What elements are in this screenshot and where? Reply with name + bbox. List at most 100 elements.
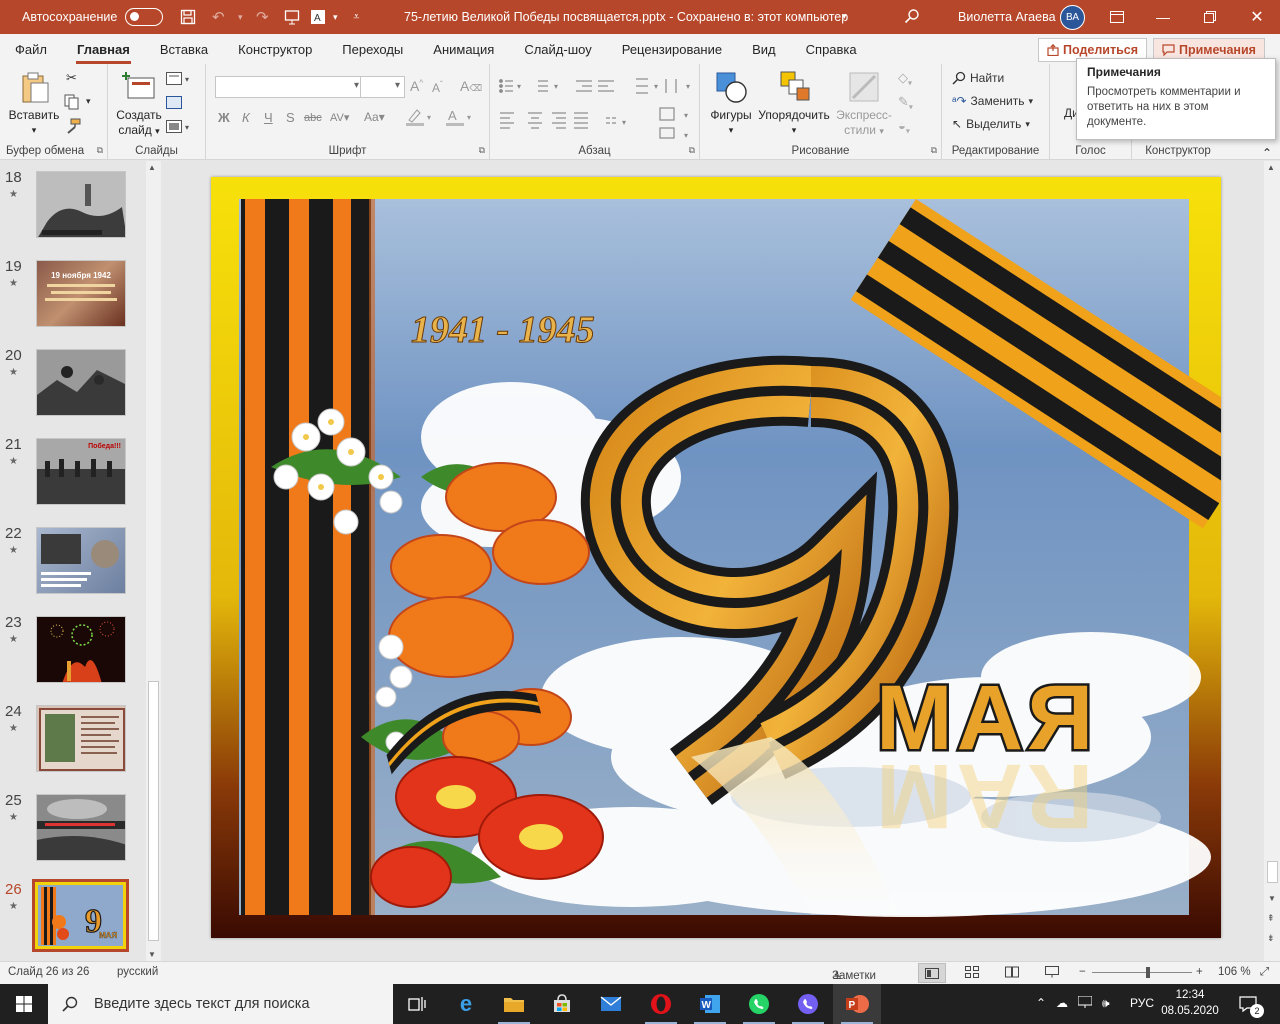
tab-view[interactable]: Вид — [737, 42, 791, 64]
character-spacing-button[interactable]: AV▾ — [330, 111, 349, 124]
slide-thumbnail-image[interactable] — [36, 794, 126, 861]
tab-transitions[interactable]: Переходы — [327, 42, 418, 64]
restore-icon[interactable] — [1187, 0, 1233, 34]
system-clock[interactable]: 12:34 08.05.2020 — [1160, 987, 1220, 1019]
paragraph-icons[interactable]: ▾ ▾ ▾ ▾ ▾ ▾ ▾ — [498, 76, 698, 146]
copy-dropdown-icon[interactable]: ▾ — [86, 96, 91, 107]
edge-browser-icon[interactable]: e — [442, 984, 490, 1024]
reset-slide-icon[interactable] — [166, 96, 182, 113]
tab-design[interactable]: Конструктор — [223, 42, 327, 64]
highlight-icon[interactable]: ▾ — [406, 108, 436, 129]
quick-styles-button[interactable]: Экспресс- стили ▾ — [834, 70, 894, 139]
new-slide-dropdown-icon[interactable]: ▾ — [155, 126, 160, 136]
minimize-icon[interactable]: — — [1140, 0, 1186, 34]
tab-animations[interactable]: Анимация — [418, 42, 509, 64]
slide-thumbnail-image[interactable]: 9 МАЯ — [32, 879, 129, 952]
cut-icon[interactable]: ✂ — [66, 70, 77, 86]
strikethrough-button[interactable]: abc — [304, 112, 322, 124]
avatar[interactable]: ВА — [1060, 5, 1085, 30]
font-color-dropdown-icon[interactable]: ▾ — [329, 0, 341, 34]
thumbnail-slide-25[interactable]: 25 ★ — [0, 792, 145, 872]
paste-dropdown-icon[interactable]: ▾ — [32, 123, 37, 138]
opera-browser-icon[interactable] — [637, 984, 685, 1024]
search-icon[interactable] — [904, 8, 920, 29]
italic-button[interactable]: К — [242, 110, 250, 125]
scroll-down-icon[interactable]: ▼ — [1268, 894, 1276, 903]
zoom-out-icon[interactable]: − — [1079, 966, 1086, 978]
change-case-button[interactable]: Aa▾ — [364, 110, 385, 124]
thumbnail-slide-18[interactable]: 18 ★ — [0, 169, 145, 249]
shape-fill-icon[interactable]: ◇▾ — [898, 70, 912, 88]
undo-icon[interactable]: ↶ — [203, 0, 233, 34]
thumbnail-slide-26[interactable]: 26 ★ 9 МАЯ — [0, 879, 145, 961]
close-icon[interactable]: ✕ — [1234, 0, 1280, 34]
underline-button[interactable]: Ч — [264, 110, 273, 125]
language-indicator[interactable]: русский — [117, 966, 158, 978]
tab-help[interactable]: Справка — [791, 42, 872, 64]
zoom-percent[interactable]: 106 % — [1218, 966, 1251, 978]
shrink-font-icon[interactable]: Aˇ — [432, 80, 443, 95]
thumbnail-scrollbar[interactable]: ▲ ▼ — [146, 161, 161, 961]
slide-thumbnail-image[interactable]: 19 ноября 1942 — [36, 260, 126, 327]
thumbnail-slide-24[interactable]: 24 ★ — [0, 703, 145, 783]
drawing-launcher-icon[interactable]: ⧉ — [931, 145, 937, 156]
fit-slide-icon[interactable]: ⤢ — [1260, 966, 1269, 979]
paste-button[interactable]: Вставить ▾ — [8, 70, 60, 138]
title-dropdown-icon[interactable]: ▾ — [842, 11, 847, 22]
next-slide-icon[interactable]: ⇟ — [1267, 933, 1275, 944]
thumbnail-slide-19[interactable]: 19 ★ 19 ноября 1942 — [0, 258, 145, 338]
file-explorer-icon[interactable] — [490, 984, 538, 1024]
replace-button[interactable]: ᵃ↷ Заменить ▾ — [952, 94, 1033, 108]
slide-scrollbar[interactable]: ▲ ▼ ⇞ ⇟ — [1264, 161, 1280, 961]
slideshow-view-icon[interactable] — [1045, 966, 1059, 981]
user-name[interactable]: Виолетта Агаева — [958, 10, 1056, 24]
tab-insert[interactable]: Вставка — [145, 42, 223, 64]
layout-icon[interactable]: ▾ — [166, 72, 192, 89]
grow-font-icon[interactable]: A^ — [410, 78, 423, 94]
start-slideshow-icon[interactable] — [277, 0, 307, 34]
tab-slideshow[interactable]: Слайд-шоу — [509, 42, 606, 64]
scrollbar-thumb[interactable] — [148, 681, 159, 941]
copy-icon[interactable] — [64, 94, 80, 113]
shadow-button[interactable]: S — [286, 110, 295, 125]
slide-thumbnail-image[interactable] — [36, 349, 126, 416]
input-language-indicator[interactable]: РУС — [1130, 996, 1154, 1010]
thumbnail-slide-20[interactable]: 20 ★ — [0, 347, 145, 427]
arrange-button[interactable]: Упорядочить ▾ — [756, 70, 832, 138]
slide-thumbnail-pane[interactable]: 18 ★ 19 ★ 19 ноября 1942 20 ★ 21 ★ Побед… — [0, 161, 165, 961]
format-painter-icon[interactable] — [65, 118, 81, 137]
action-center-icon[interactable]: 2 — [1228, 984, 1268, 1024]
find-button[interactable]: Найти — [952, 71, 1004, 85]
zoom-slider-thumb[interactable] — [1145, 967, 1150, 978]
slide-thumbnail-image[interactable] — [36, 171, 126, 238]
scroll-up-icon[interactable]: ▲ — [1267, 163, 1275, 172]
ribbon-display-options-icon[interactable] — [1094, 0, 1140, 34]
font-name-combo[interactable]: ▾ — [215, 76, 364, 98]
redo-icon[interactable]: ↷ — [247, 0, 277, 34]
font-size-combo[interactable]: ▾ — [360, 76, 405, 98]
section-icon[interactable]: ▾ — [166, 120, 192, 137]
tab-home[interactable]: Главная — [62, 42, 145, 64]
normal-view-icon[interactable] — [918, 963, 946, 983]
save-icon[interactable] — [173, 0, 203, 34]
network-icon[interactable] — [1077, 995, 1093, 1011]
paragraph-launcher-icon[interactable]: ⧉ — [689, 145, 695, 156]
zoom-slider[interactable] — [1092, 967, 1192, 978]
slide-sorter-icon[interactable] — [965, 966, 979, 981]
taskbar-search-box[interactable]: Введите здесь текст для поиска — [48, 984, 393, 1024]
font-color-quick-icon[interactable]: A — [307, 0, 329, 34]
font-color-icon[interactable]: A ▾ — [446, 108, 476, 129]
zoom-in-icon[interactable]: + — [1196, 966, 1203, 978]
shape-outline-icon[interactable]: ✎▾ — [898, 94, 913, 112]
scroll-up-icon[interactable]: ▲ — [148, 163, 156, 172]
thumbnail-slide-23[interactable]: 23 ★ — [0, 614, 145, 694]
store-icon[interactable] — [538, 984, 586, 1024]
thumbnail-slide-21[interactable]: 21 ★ Победа!!! — [0, 436, 145, 516]
slide-thumbnail-image[interactable] — [36, 616, 126, 683]
clipboard-launcher-icon[interactable]: ⧉ — [97, 145, 103, 156]
thumbnail-slide-22[interactable]: 22 ★ — [0, 525, 145, 605]
whatsapp-icon[interactable] — [735, 984, 783, 1024]
reading-view-icon[interactable] — [1005, 966, 1019, 981]
tab-file[interactable]: Файл — [0, 42, 62, 64]
onedrive-cloud-icon[interactable]: ☁ — [1056, 996, 1068, 1010]
